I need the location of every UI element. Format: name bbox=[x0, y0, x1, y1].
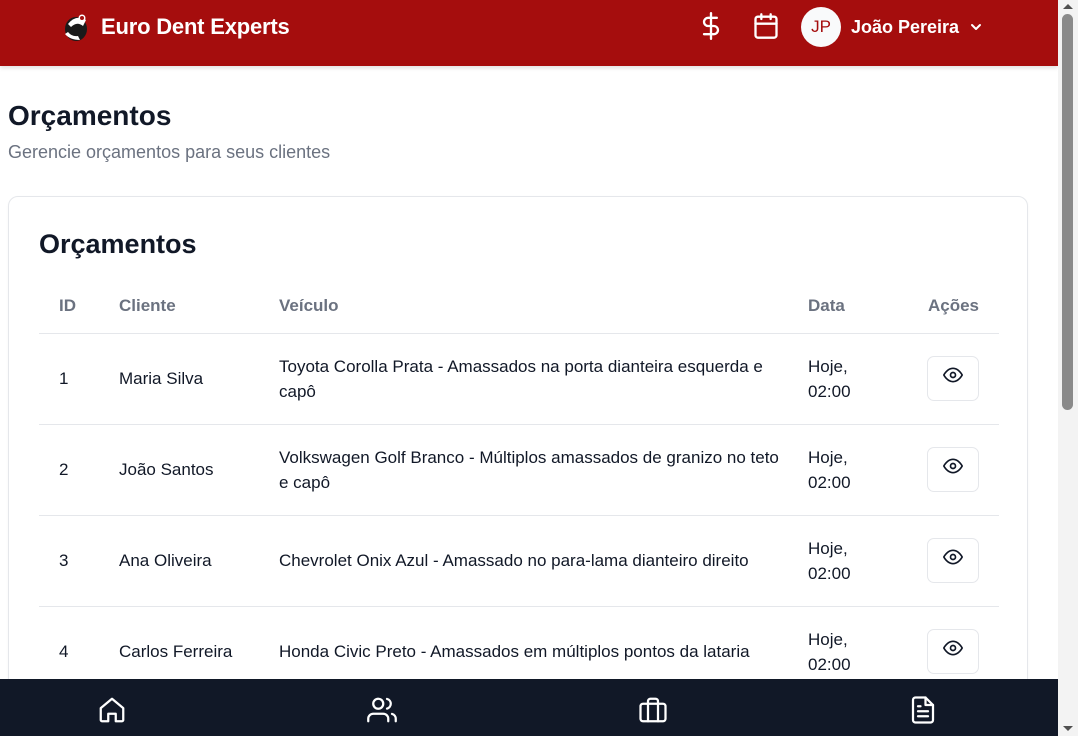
quotes-table: ID Cliente Veículo Data Ações 1 Maria Si… bbox=[39, 279, 999, 698]
row-date: Hoje, 02:00 bbox=[808, 424, 908, 516]
brand[interactable]: Euro Dent Experts bbox=[60, 10, 290, 44]
row-client: Ana Oliveira bbox=[119, 515, 279, 607]
row-date: Hoje, 02:00 bbox=[808, 333, 908, 425]
page-title: Orçamentos bbox=[8, 100, 172, 131]
row-date-day: Hoje, bbox=[808, 447, 848, 467]
brand-name: Euro Dent Experts bbox=[101, 14, 290, 39]
eye-icon bbox=[943, 456, 963, 483]
row-date-time: 02:00 bbox=[808, 381, 851, 401]
table-header-row: ID Cliente Veículo Data Ações bbox=[39, 279, 999, 334]
eye-icon bbox=[943, 547, 963, 574]
vertical-scrollbar[interactable] bbox=[1058, 0, 1078, 736]
view-quote-button[interactable] bbox=[927, 538, 979, 583]
eye-icon bbox=[943, 365, 963, 392]
table-row: 1 Maria Silva Toyota Corolla Prata - Ama… bbox=[39, 333, 999, 425]
row-id: 1 bbox=[39, 333, 119, 425]
row-id: 3 bbox=[39, 515, 119, 607]
row-date-time: 02:00 bbox=[808, 472, 851, 492]
view-quote-button[interactable] bbox=[927, 447, 979, 492]
row-vehicle: Toyota Corolla Prata - Amassados na port… bbox=[279, 333, 808, 425]
row-vehicle: Chevrolet Onix Azul - Amassado no para-l… bbox=[279, 515, 808, 607]
card-title: Orçamentos bbox=[39, 229, 197, 259]
view-quote-button[interactable] bbox=[927, 629, 979, 674]
table-row: 3 Ana Oliveira Chevrolet Onix Azul - Ama… bbox=[39, 515, 999, 607]
column-header-id: ID bbox=[39, 279, 119, 334]
briefcase-icon[interactable] bbox=[636, 695, 670, 729]
quotes-card: Orçamentos ID Cliente Veículo Data Ações… bbox=[8, 196, 1028, 736]
row-vehicle: Volkswagen Golf Branco - Múltiplos amass… bbox=[279, 424, 808, 516]
scrollbar-thumb[interactable] bbox=[1062, 14, 1073, 410]
row-date-time: 02:00 bbox=[808, 563, 851, 583]
top-header: Euro Dent Experts JP João Pereira bbox=[0, 0, 1058, 66]
scroll-up-arrow-icon[interactable] bbox=[1063, 4, 1073, 9]
user-name: João Pereira bbox=[851, 16, 960, 37]
bottom-nav bbox=[0, 679, 1058, 736]
logo-icon bbox=[60, 10, 92, 44]
calendar-icon[interactable] bbox=[751, 11, 781, 41]
view-quote-button[interactable] bbox=[927, 356, 979, 401]
dollar-icon[interactable] bbox=[696, 11, 726, 41]
column-header-date: Data bbox=[808, 279, 908, 334]
column-header-actions: Ações bbox=[908, 279, 999, 334]
page-subtitle: Gerencie orçamentos para seus clientes bbox=[8, 142, 331, 162]
row-date-day: Hoje, bbox=[808, 538, 848, 558]
avatar: JP bbox=[801, 7, 841, 47]
document-icon[interactable] bbox=[906, 695, 940, 729]
users-icon[interactable] bbox=[365, 695, 399, 729]
eye-icon bbox=[943, 638, 963, 665]
row-client: Maria Silva bbox=[119, 333, 279, 425]
row-date-day: Hoje, bbox=[808, 629, 848, 649]
chevron-down-icon bbox=[968, 19, 984, 35]
row-date: Hoje, 02:00 bbox=[808, 515, 908, 607]
user-menu[interactable]: JP João Pereira bbox=[801, 7, 984, 47]
row-date-time: 02:00 bbox=[808, 654, 851, 674]
column-header-client: Cliente bbox=[119, 279, 279, 334]
row-client: João Santos bbox=[119, 424, 279, 516]
row-id: 2 bbox=[39, 424, 119, 516]
column-header-vehicle: Veículo bbox=[279, 279, 808, 334]
home-icon[interactable] bbox=[95, 695, 129, 729]
row-date-day: Hoje, bbox=[808, 356, 848, 376]
scroll-down-arrow-icon[interactable] bbox=[1063, 726, 1073, 731]
table-row: 2 João Santos Volkswagen Golf Branco - M… bbox=[39, 424, 999, 516]
